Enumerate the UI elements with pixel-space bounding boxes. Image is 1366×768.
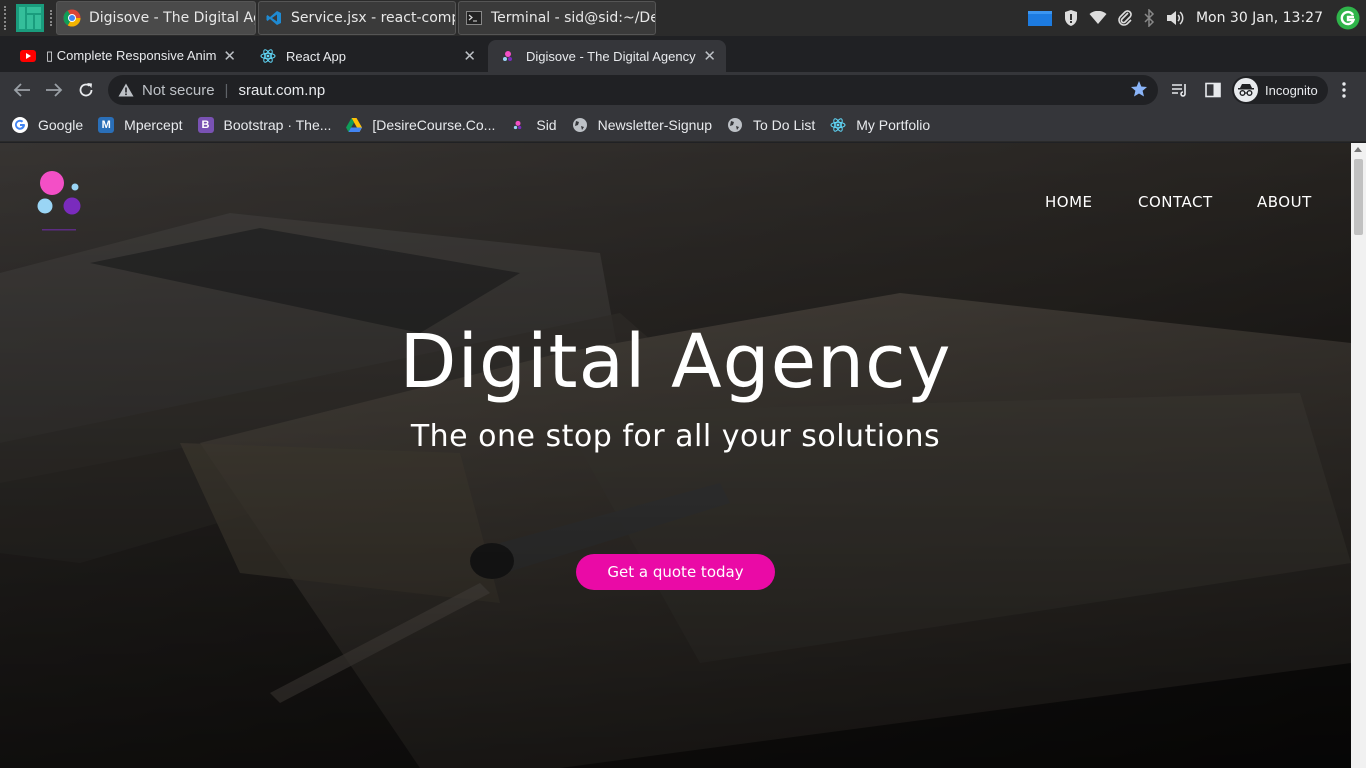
google-drive-icon	[346, 117, 363, 133]
close-tab-icon[interactable]: ✕	[223, 47, 236, 65]
system-tray: Mon 30 Jan, 13:27	[1022, 0, 1366, 36]
react-icon	[260, 48, 276, 64]
taskbar-app-label: Service.jsx - react-comple...	[291, 10, 455, 26]
update-shield-icon[interactable]	[1063, 9, 1079, 27]
profile-label: Incognito	[1265, 82, 1318, 98]
tab-title: ▯ Complete Responsive Anim	[46, 48, 216, 63]
bookmark-desirecourse[interactable]: [DesireCourse.Co...	[346, 117, 495, 133]
taskbar-app-label: Digisove - The Digital Age...	[89, 10, 255, 26]
bookmark-bootstrap[interactable]: B Bootstrap · The...	[197, 116, 332, 133]
url-separator: |	[224, 81, 229, 99]
chrome-icon	[63, 9, 81, 27]
bookmarks-bar: Google M Mpercept B Bootstrap · The... […	[0, 108, 1366, 142]
bookmark-label: Newsletter-Signup	[597, 116, 712, 133]
security-status-label[interactable]: Not secure	[142, 82, 215, 99]
paperclip-icon[interactable]	[1117, 9, 1133, 27]
incognito-icon	[1234, 78, 1258, 102]
tab-title: React App	[286, 48, 346, 64]
bluetooth-icon[interactable]	[1143, 9, 1155, 27]
desktop-taskbar: Digisove - The Digital Age... Service.js…	[0, 0, 1366, 36]
react-icon	[830, 117, 846, 133]
warning-triangle-icon[interactable]	[118, 83, 134, 97]
wifi-icon[interactable]	[1089, 11, 1107, 25]
digisove-logo-icon	[510, 117, 526, 133]
reload-icon	[79, 83, 93, 97]
bookmark-mpercept[interactable]: M Mpercept	[98, 116, 183, 133]
taskbar-app-chrome[interactable]: Digisove - The Digital Age...	[56, 1, 256, 35]
close-tab-icon[interactable]: ✕	[703, 47, 716, 65]
taskbar-app-label: Terminal - sid@sid:~/Desk...	[491, 10, 656, 26]
tab-youtube[interactable]: ▯ Complete Responsive Anim ✕	[8, 40, 246, 72]
vscode-icon	[265, 9, 283, 27]
bookmark-label: [DesireCourse.Co...	[372, 116, 496, 133]
browser-tab-strip: ▯ Complete Responsive Anim ✕ React App ✕…	[0, 36, 1366, 99]
chrome-menu-icon[interactable]	[1334, 80, 1354, 100]
tab-digisove[interactable]: Digisove - The Digital Agency ✕	[488, 40, 726, 72]
back-arrow-icon	[13, 83, 30, 97]
manjaro-menu-icon[interactable]	[16, 4, 46, 32]
bookmark-label: Google	[38, 116, 84, 133]
tab-title: Digisove - The Digital Agency	[526, 48, 696, 64]
scroll-up-arrow-icon[interactable]	[1354, 147, 1362, 152]
page-scrollbar[interactable]	[1351, 143, 1366, 768]
bookmark-star-icon[interactable]	[1130, 80, 1148, 102]
volume-icon[interactable]	[1165, 9, 1185, 27]
system-clock[interactable]: Mon 30 Jan, 13:27	[1196, 10, 1323, 26]
nav-home-link[interactable]: HOME	[1045, 193, 1093, 211]
globe-icon	[727, 117, 743, 133]
reading-list-icon[interactable]	[1170, 80, 1190, 100]
nav-contact-link[interactable]: CONTACT	[1138, 193, 1213, 211]
back-button[interactable]	[12, 80, 32, 100]
side-panel-icon[interactable]	[1203, 80, 1223, 100]
scrollbar-thumb[interactable]	[1354, 159, 1363, 235]
bookmark-label: To Do List	[752, 116, 816, 133]
hero-background-image	[0, 143, 1351, 768]
digisove-logo-icon	[500, 48, 516, 64]
web-page: HOME CONTACT ABOUT Digital Agency The on…	[0, 143, 1351, 768]
nav-about-link[interactable]: ABOUT	[1257, 193, 1312, 211]
bookmark-google[interactable]: Google	[12, 116, 84, 133]
browser-toolbar: Not secure | sraut.com.np Incognito	[0, 72, 1366, 108]
bookmark-label: Sid	[536, 116, 557, 133]
forward-button[interactable]	[44, 80, 64, 100]
bootstrap-icon: B	[197, 116, 214, 133]
digisove-logo[interactable]	[30, 165, 90, 235]
forward-arrow-icon	[46, 83, 63, 97]
incognito-profile-button[interactable]: Incognito	[1232, 76, 1328, 104]
reload-button[interactable]	[76, 80, 96, 100]
taskbar-app-vscode[interactable]: Service.jsx - react-comple...	[258, 1, 456, 35]
bookmark-label: Bootstrap · The...	[223, 116, 332, 133]
get-quote-button[interactable]: Get a quote today	[576, 554, 775, 590]
globe-icon	[572, 117, 588, 133]
close-tab-icon[interactable]: ✕	[463, 47, 476, 65]
bookmark-label: My Portfolio	[856, 116, 931, 133]
bookmark-label: Mpercept	[124, 116, 183, 133]
url-text[interactable]: sraut.com.np	[238, 82, 325, 99]
google-icon	[12, 116, 28, 133]
taskbar-separator	[50, 10, 54, 26]
bookmark-sid[interactable]: Sid	[510, 116, 557, 133]
taskbar-grip	[4, 6, 8, 30]
workspace-switcher-icon[interactable]	[1027, 8, 1053, 28]
update-notifier-icon[interactable]	[1336, 6, 1360, 30]
hero-subtitle: The one stop for all your solutions	[410, 419, 941, 454]
youtube-icon	[20, 48, 36, 64]
tab-react-app[interactable]: React App ✕	[248, 40, 486, 72]
mpercept-icon: M	[98, 116, 115, 133]
address-bar[interactable]: Not secure | sraut.com.np	[108, 75, 1158, 105]
bookmark-todo[interactable]: To Do List	[727, 117, 815, 133]
hero-title: Digital Agency	[399, 319, 952, 405]
bookmark-portfolio[interactable]: My Portfolio	[830, 117, 930, 133]
bookmark-newsletter[interactable]: Newsletter-Signup	[572, 117, 712, 133]
terminal-icon	[465, 9, 483, 27]
taskbar-app-terminal[interactable]: Terminal - sid@sid:~/Desk...	[458, 1, 656, 35]
